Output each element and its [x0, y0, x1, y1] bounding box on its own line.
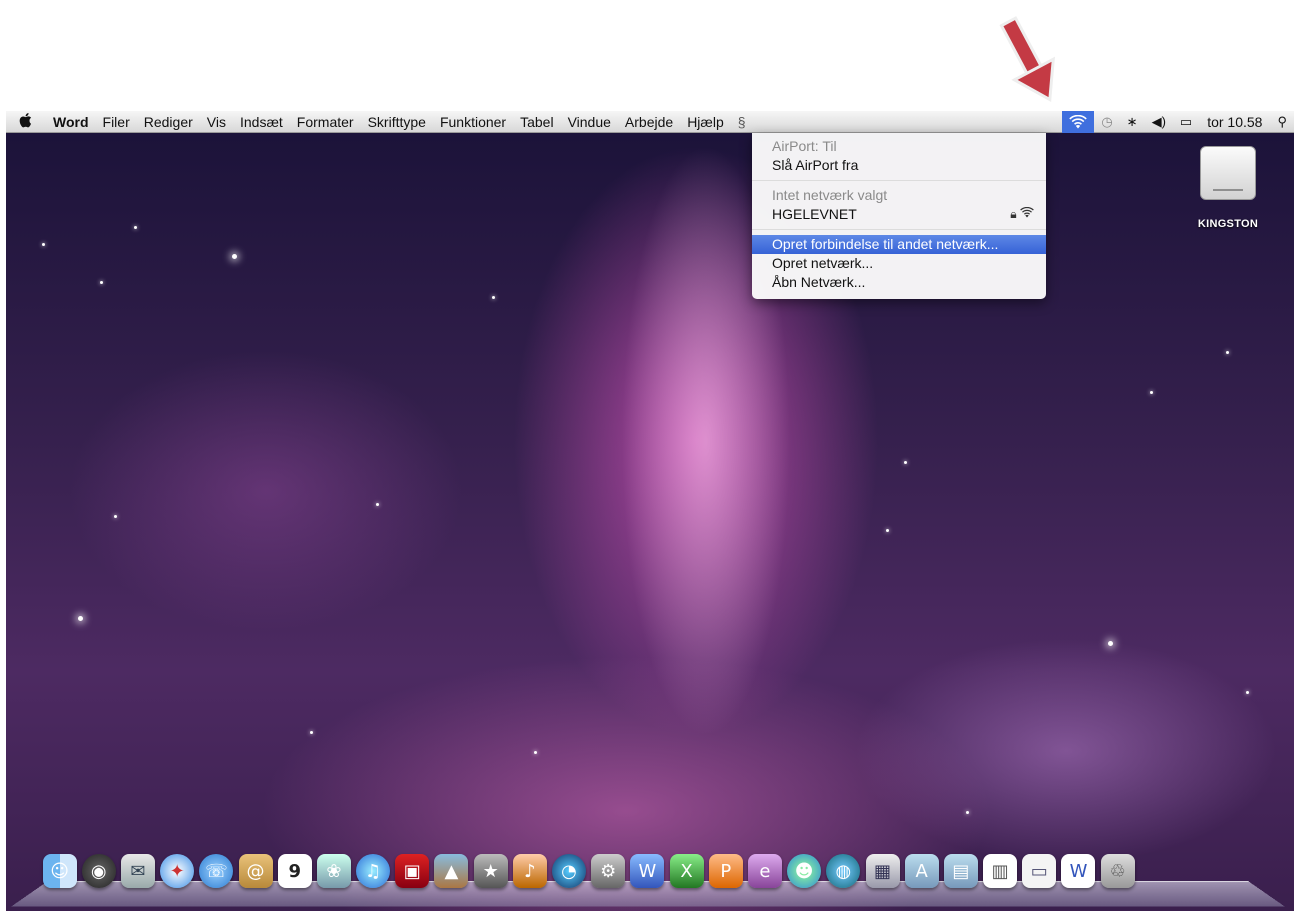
star — [310, 731, 313, 734]
external-drive-icon — [1200, 146, 1256, 200]
star — [1150, 391, 1153, 394]
lock-icon: 🔒︎ — [1010, 207, 1017, 221]
status-area: ◷ ∗ ◀) ▭ tor 10.58 ⚲ — [1062, 111, 1294, 133]
finder-icon[interactable]: ☺ — [42, 854, 77, 888]
address-book-icon[interactable]: @ — [238, 854, 273, 888]
menu-hjaelp[interactable]: Hjælp — [680, 114, 731, 130]
volume-icon[interactable]: ◀) — [1145, 111, 1173, 133]
menu-vis[interactable]: Vis — [200, 114, 233, 130]
menu-arbejde[interactable]: Arbejde — [618, 114, 680, 130]
iphoto-icon[interactable]: ▲ — [434, 854, 469, 888]
menubar-clock[interactable]: tor 10.58 — [1199, 114, 1270, 130]
star — [78, 616, 83, 621]
safari-icon[interactable]: ✦ — [160, 854, 195, 888]
remote-desktop-icon[interactable]: ◍ — [826, 854, 861, 888]
drive-label: KINGSTON — [1197, 218, 1259, 230]
no-network-selected-label: Intet netværk valgt — [772, 187, 888, 203]
menu-skrifttype[interactable]: Skrifttype — [361, 114, 433, 130]
excel-icon[interactable]: X — [669, 854, 704, 888]
annotation-arrow — [999, 16, 1056, 102]
menu-rediger[interactable]: Rediger — [137, 114, 200, 130]
pdf-document-icon[interactable]: ▥ — [983, 854, 1018, 888]
spotlight-search-icon[interactable]: ⚲ — [1270, 111, 1294, 133]
star — [492, 296, 495, 299]
star — [114, 515, 117, 518]
menu-tabel[interactable]: Tabel — [513, 114, 560, 130]
desktop — [6, 111, 1294, 911]
ical-icon[interactable]: 9 — [277, 854, 312, 888]
menu-filer[interactable]: Filer — [96, 114, 137, 130]
screenshot-document-icon[interactable]: ▭ — [1022, 854, 1057, 888]
star — [134, 226, 137, 229]
network-item-hgelevnet[interactable]: HGELEVNET 🔒︎ — [752, 205, 1046, 224]
preview-icon[interactable]: ❀ — [316, 854, 351, 888]
entourage-icon[interactable]: e — [747, 854, 782, 888]
photo-booth-icon[interactable]: ▣ — [395, 854, 430, 888]
itunes-icon[interactable]: ♫ — [356, 854, 391, 888]
menu-separator — [752, 180, 1046, 181]
menu-bar: Word Filer Rediger Vis Indsæt Formater S… — [6, 111, 1294, 133]
star — [376, 503, 379, 506]
star — [886, 529, 889, 532]
kingston-drive[interactable]: KINGSTON — [1196, 146, 1260, 230]
spaces-icon[interactable]: ▦ — [865, 854, 900, 888]
signal-strength-icon — [1020, 206, 1034, 221]
apple-menu-icon[interactable] — [6, 112, 46, 132]
star — [232, 254, 237, 259]
applications-folder-icon[interactable]: A — [904, 854, 939, 888]
ichat-icon[interactable]: ☏ — [199, 854, 234, 888]
messenger-icon[interactable]: ☻ — [787, 854, 822, 888]
airport-menu: AirPort: Til Slå AirPort fra Intet netvæ… — [752, 133, 1046, 299]
dashboard-icon[interactable]: ◉ — [81, 854, 116, 888]
network-security-signal: 🔒︎ — [1010, 205, 1034, 224]
time-machine-icon[interactable]: ◔ — [552, 854, 587, 888]
network-name: HGELEVNET — [772, 206, 857, 222]
airport-status-label: AirPort: Til — [772, 138, 837, 154]
dock: ☺ ◉ ✉ ✦ ☏ @ 9 ❀ ♫ ▣ ▲ ★ ♪ ◔ ⚙ W X P e ☻ … — [40, 832, 1262, 888]
turn-airport-off-item[interactable]: Slå AirPort fra — [752, 156, 1046, 175]
battery-icon[interactable]: ▭ — [1173, 111, 1199, 133]
menu-app-word[interactable]: Word — [46, 114, 96, 130]
connect-other-network-item[interactable]: Opret forbindelse til andet netværk... — [752, 235, 1046, 254]
time-machine-icon[interactable]: ◷ — [1094, 111, 1119, 133]
open-network-prefs-item[interactable]: Åbn Netværk... — [752, 273, 1046, 292]
star — [904, 461, 907, 464]
menu-indsaet[interactable]: Indsæt — [233, 114, 290, 130]
airport-wifi-icon[interactable] — [1062, 111, 1095, 133]
star — [966, 811, 969, 814]
menu-vindue[interactable]: Vindue — [561, 114, 618, 130]
star — [42, 243, 45, 246]
script-menu-icon[interactable]: § — [731, 114, 753, 130]
mail-icon[interactable]: ✉ — [120, 854, 155, 888]
documents-folder-icon[interactable]: ▤ — [943, 854, 978, 888]
menu-funktioner[interactable]: Funktioner — [433, 114, 513, 130]
word-icon[interactable]: W — [630, 854, 665, 888]
menu-separator — [752, 229, 1046, 230]
star — [1108, 641, 1113, 646]
menu-formater[interactable]: Formater — [290, 114, 361, 130]
powerpoint-icon[interactable]: P — [708, 854, 743, 888]
imovie-icon[interactable]: ★ — [473, 854, 508, 888]
star — [100, 281, 103, 284]
star — [1246, 691, 1249, 694]
bluetooth-icon[interactable]: ∗ — [1120, 111, 1145, 133]
star — [1226, 351, 1229, 354]
create-network-item[interactable]: Opret netværk... — [752, 254, 1046, 273]
garageband-icon[interactable]: ♪ — [512, 854, 547, 888]
star — [534, 751, 537, 754]
word-document-icon[interactable]: W — [1061, 854, 1096, 888]
system-preferences-icon[interactable]: ⚙ — [591, 854, 626, 888]
trash-icon[interactable]: ♲ — [1100, 854, 1135, 888]
